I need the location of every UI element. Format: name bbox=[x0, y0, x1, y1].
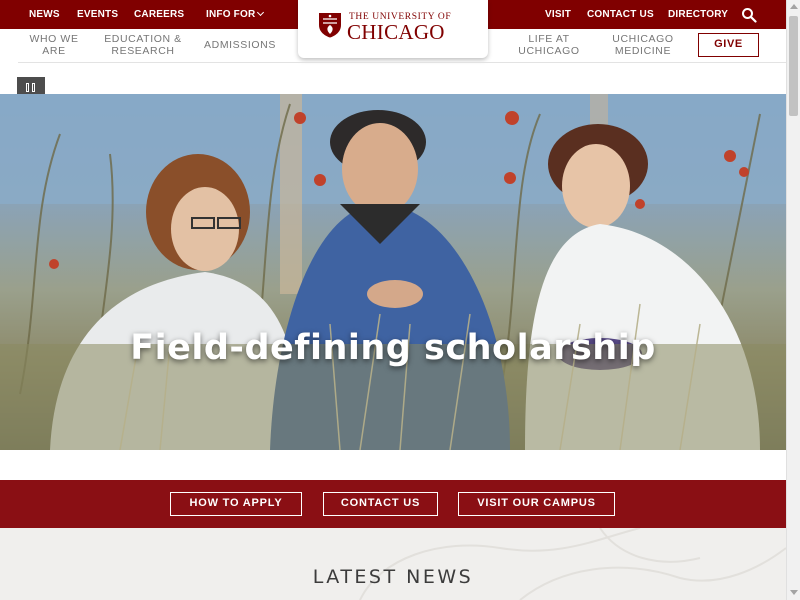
nav-life-at-uchicago[interactable]: LIFE AT UCHICAGO bbox=[512, 33, 586, 57]
page-scrollbar[interactable] bbox=[786, 0, 800, 600]
news-background-pattern bbox=[359, 528, 786, 600]
cta-band: HOW TO APPLY CONTACT US VISIT OUR CAMPUS bbox=[0, 480, 786, 528]
utility-link-news[interactable]: NEWS bbox=[29, 9, 60, 20]
scroll-thumb[interactable] bbox=[789, 16, 798, 116]
give-button[interactable]: GIVE bbox=[698, 33, 759, 57]
nav-uchicago-medicine[interactable]: UCHICAGO MEDICINE bbox=[606, 33, 680, 57]
utility-link-careers[interactable]: CAREERS bbox=[134, 9, 184, 20]
hero-image bbox=[0, 94, 786, 450]
nav-education-research[interactable]: EDUCATION & RESEARCH bbox=[96, 33, 190, 57]
visit-campus-button[interactable]: VISIT OUR CAMPUS bbox=[458, 492, 615, 516]
hero-title: Field-defining scholarship bbox=[130, 328, 656, 368]
scroll-down-arrow-icon[interactable] bbox=[790, 590, 798, 595]
chevron-down-icon bbox=[257, 8, 265, 17]
nav-divider bbox=[18, 62, 786, 63]
utility-link-info-for[interactable]: INFO FOR bbox=[206, 8, 265, 20]
main-nav: WHO WE ARE EDUCATION & RESEARCH ADMISSIO… bbox=[0, 29, 786, 63]
pause-icon bbox=[26, 83, 29, 92]
nav-who-we-are[interactable]: WHO WE ARE bbox=[22, 33, 86, 57]
info-for-label: INFO FOR bbox=[206, 9, 256, 20]
hero-banner: Field-defining scholarship bbox=[0, 94, 786, 450]
contact-us-button[interactable]: CONTACT US bbox=[323, 492, 438, 516]
utility-link-events[interactable]: EVENTS bbox=[77, 9, 118, 20]
utility-link-contact-us[interactable]: CONTACT US bbox=[587, 9, 654, 20]
latest-news-section: LATEST NEWS bbox=[0, 528, 786, 600]
search-icon[interactable] bbox=[741, 7, 757, 23]
latest-news-heading: LATEST NEWS bbox=[312, 566, 474, 588]
nav-admissions[interactable]: ADMISSIONS bbox=[198, 39, 282, 51]
utility-link-visit[interactable]: VISIT bbox=[545, 9, 571, 20]
scroll-up-arrow-icon[interactable] bbox=[790, 4, 798, 9]
utility-link-directory[interactable]: DIRECTORY bbox=[668, 9, 728, 20]
how-to-apply-button[interactable]: HOW TO APPLY bbox=[170, 492, 302, 516]
